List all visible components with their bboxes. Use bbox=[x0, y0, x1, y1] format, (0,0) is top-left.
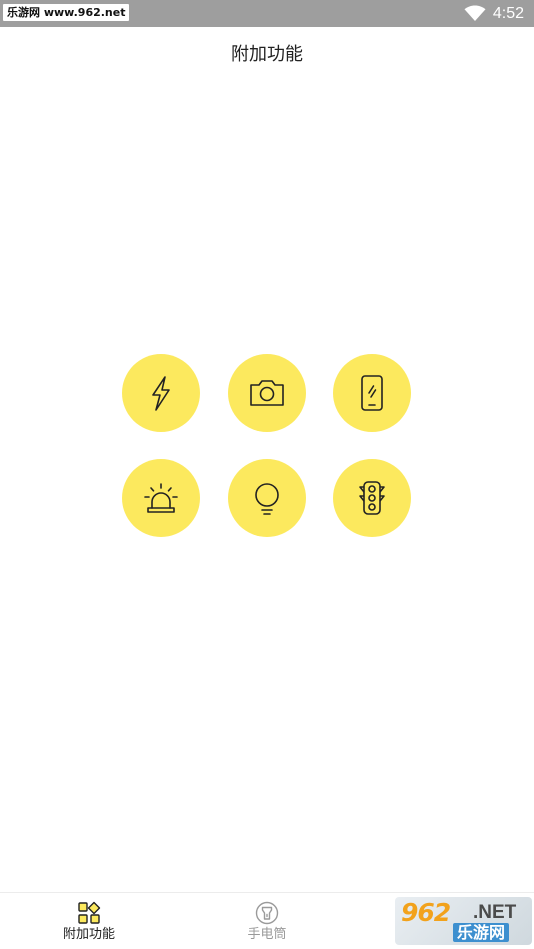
light-bulb-icon bbox=[255, 483, 279, 515]
flashlight-icon bbox=[255, 901, 279, 925]
flash-strobe-button[interactable] bbox=[122, 354, 200, 432]
camera-icon bbox=[250, 380, 284, 406]
page-title: 附加功能 bbox=[231, 44, 303, 65]
watermark-site-name: 乐游网 bbox=[453, 923, 510, 942]
status-bar: 乐游网 www.962.net 4:52 bbox=[0, 0, 534, 27]
alarm-light-button[interactable] bbox=[122, 459, 200, 537]
tab-label: 手电筒 bbox=[247, 927, 287, 942]
watermark-digits: 962 bbox=[401, 898, 451, 927]
tab-flashlight[interactable]: 手电筒 bbox=[207, 893, 327, 949]
watermark-suffix: .NET bbox=[473, 902, 517, 923]
status-time: 4:52 bbox=[492, 5, 524, 22]
feature-grid bbox=[0, 0, 534, 949]
watermark-logo: 962 .NET 乐游网 bbox=[395, 897, 532, 945]
apps-grid-icon bbox=[78, 901, 101, 924]
wifi-icon bbox=[464, 5, 486, 21]
lightning-icon bbox=[152, 376, 170, 411]
screen-light-button[interactable] bbox=[333, 354, 411, 432]
camera-button[interactable] bbox=[228, 354, 306, 432]
traffic-light-button[interactable] bbox=[333, 459, 411, 537]
traffic-light-icon bbox=[359, 481, 385, 515]
tab-extra-features[interactable]: 附加功能 bbox=[29, 893, 149, 949]
phone-screen-icon bbox=[361, 375, 383, 411]
watermark-badge: 乐游网 www.962.net bbox=[3, 4, 130, 21]
bulb-light-button[interactable] bbox=[228, 459, 306, 537]
tab-label: 附加功能 bbox=[62, 927, 115, 942]
siren-icon bbox=[144, 483, 178, 513]
